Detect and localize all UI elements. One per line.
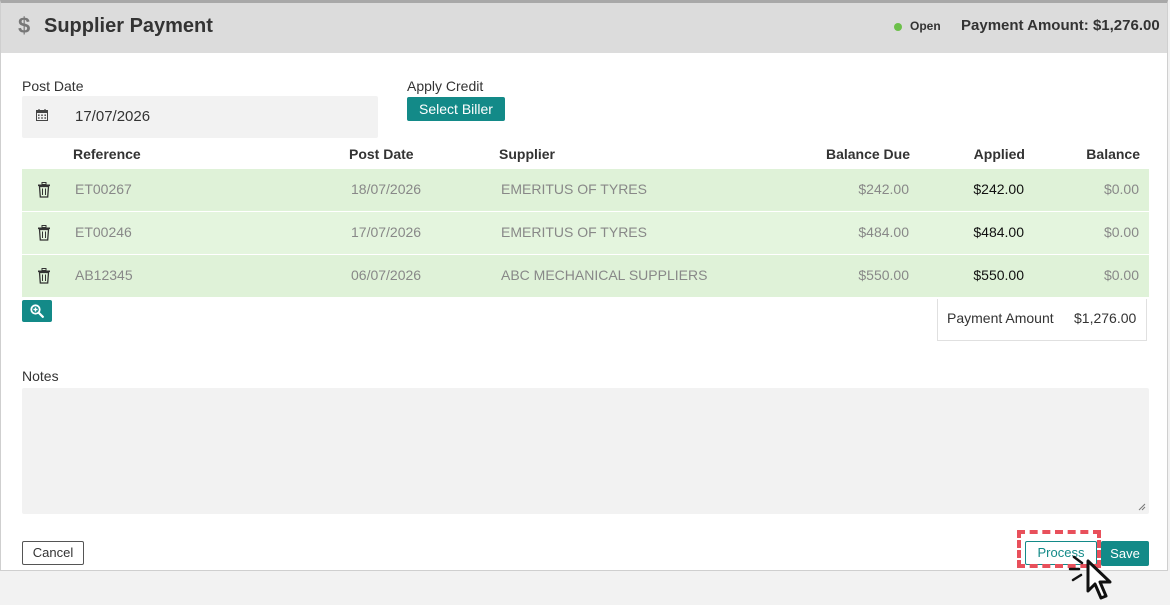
row-balance-due: $550.00 [858, 267, 909, 283]
column-header-applied: Applied [973, 146, 1025, 162]
page-title: Supplier Payment [44, 15, 213, 37]
status-badge: Open [910, 19, 941, 33]
row-reference: AB12345 [75, 267, 133, 283]
row-balance-due: $242.00 [858, 181, 909, 197]
total-value: $1,276.00 [1074, 310, 1137, 326]
payment-total-box: Payment Amount $1,276.00 [937, 299, 1147, 341]
row-reference: ET00267 [75, 181, 132, 197]
mouse-pointer-icon [1068, 555, 1112, 600]
cancel-button[interactable]: Cancel [22, 541, 84, 565]
row-balance-due: $484.00 [858, 224, 909, 240]
zoom-button[interactable] [22, 300, 52, 322]
column-header-supplier: Supplier [499, 146, 556, 162]
notes-textarea[interactable] [22, 388, 1149, 514]
post-date-label: Post Date [22, 78, 84, 94]
total-label: Payment Amount [947, 310, 1054, 326]
table-row: AB12345 06/07/2026 ABC MECHANICAL SUPPLI… [22, 255, 1149, 297]
row-post-date: 17/07/2026 [351, 224, 422, 240]
trash-icon[interactable] [37, 268, 51, 284]
row-balance: $0.00 [1103, 181, 1139, 197]
select-biller-button[interactable]: Select Biller [407, 97, 505, 121]
apply-credit-label: Apply Credit [407, 78, 484, 94]
column-header-post-date: Post Date [349, 146, 414, 162]
notes-label: Notes [22, 368, 59, 384]
trash-icon[interactable] [37, 182, 51, 198]
row-balance: $0.00 [1103, 267, 1139, 283]
resize-handle-icon[interactable] [1138, 503, 1146, 511]
row-applied[interactable]: $242.00 [927, 181, 1024, 197]
row-reference: ET00246 [75, 224, 132, 240]
table-row: ET00267 18/07/2026 EMERITUS OF TYRES $24… [22, 169, 1149, 211]
row-balance: $0.00 [1103, 224, 1139, 240]
trash-icon[interactable] [37, 225, 51, 241]
column-header-balance-due: Balance Due [825, 146, 910, 162]
dollar-icon: $ [18, 13, 31, 38]
post-date-field[interactable]: 17/07/2026 [22, 96, 378, 138]
status-dot-icon [894, 23, 902, 31]
row-supplier: EMERITUS OF TYRES [501, 181, 647, 197]
calendar-icon [36, 109, 48, 121]
table-row: ET00246 17/07/2026 EMERITUS OF TYRES $48… [22, 212, 1149, 254]
supplier-payment-dialog: $ Supplier Payment Open Payment Amount: … [0, 0, 1168, 571]
row-supplier: ABC MECHANICAL SUPPLIERS [501, 267, 708, 283]
row-post-date: 06/07/2026 [351, 267, 422, 283]
post-date-value: 17/07/2026 [75, 108, 151, 125]
row-post-date: 18/07/2026 [351, 181, 422, 197]
header-payment-amount: Payment Amount: $1,276.00 [961, 17, 1160, 34]
column-header-reference: Reference [73, 146, 141, 162]
column-header-balance: Balance [1086, 146, 1140, 162]
row-applied[interactable]: $550.00 [927, 267, 1024, 283]
dialog-header: $ Supplier Payment Open Payment Amount: … [1, 3, 1167, 53]
zoom-in-icon [30, 304, 44, 318]
row-supplier: EMERITUS OF TYRES [501, 224, 647, 240]
row-applied[interactable]: $484.00 [927, 224, 1024, 240]
